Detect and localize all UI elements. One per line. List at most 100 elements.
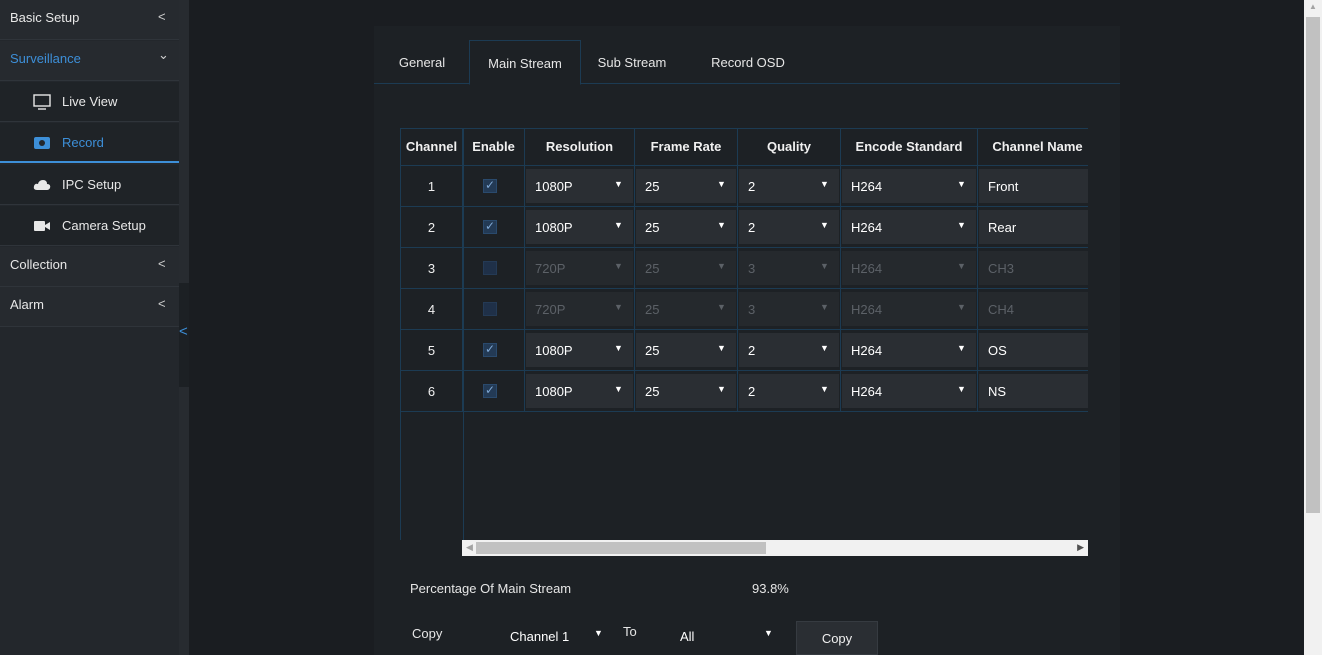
channel-number: 4 (401, 289, 463, 330)
dropdown-arrow-icon: ▼ (764, 628, 773, 638)
sidebar-item-live-view[interactable]: Live View (0, 82, 179, 122)
table-row: 6 ✓ 1080P ▼ 25 ▼ 2 ▼ H264 ▼ NS (401, 371, 1088, 412)
horizontal-scrollbar[interactable]: ◀ ▶ (462, 540, 1088, 556)
dropdown-arrow-icon: ▼ (717, 343, 726, 353)
copy-from-value: Channel 1 (510, 629, 570, 644)
dropdown-arrow-icon: ▼ (614, 343, 623, 353)
dropdown-arrow-icon: ▼ (957, 179, 966, 189)
scroll-left-arrow-icon[interactable]: ◀ (466, 542, 473, 553)
quality-select[interactable]: 3 ▼ (739, 292, 839, 326)
resolution-cell: 1080P ▼ (525, 166, 635, 207)
sidebar-group-alarm[interactable]: Alarm < (0, 287, 179, 327)
copy-button[interactable]: Copy (796, 621, 878, 655)
resolution-select[interactable]: 1080P ▼ (526, 333, 633, 367)
channel-name-input[interactable]: OS (979, 333, 1088, 367)
quality-select[interactable]: 2 ▼ (739, 169, 839, 203)
tab-record-osd[interactable]: Record OSD (698, 40, 798, 84)
enable-checkbox[interactable] (483, 261, 497, 275)
sidebar-item-ipc-setup[interactable]: IPC Setup (0, 165, 179, 205)
select-value: 720P (535, 302, 566, 317)
tab-general[interactable]: General (384, 40, 460, 84)
encode-standard-select[interactable]: H264 ▼ (842, 292, 976, 326)
sidebar-item-record[interactable]: Record (0, 123, 179, 163)
dropdown-arrow-icon: ▼ (820, 384, 829, 394)
resolution-select[interactable]: 1080P ▼ (526, 374, 633, 408)
channel-name-input[interactable]: Front (979, 169, 1088, 203)
quality-select[interactable]: 2 ▼ (739, 374, 839, 408)
channel-name-input[interactable]: CH3 (979, 251, 1088, 285)
enable-checkbox[interactable]: ✓ (483, 178, 497, 193)
sidebar-item-label: Camera Setup (62, 218, 146, 233)
select-value: 2 (748, 384, 756, 399)
select-value: H264 (851, 261, 883, 276)
resolution-select[interactable]: 720P ▼ (526, 292, 633, 326)
quality-cell: 2 ▼ (738, 371, 841, 412)
select-value: H264 (851, 302, 883, 317)
quality-cell: 3 ▼ (738, 289, 841, 330)
frame-rate-select[interactable]: 25 ▼ (636, 292, 736, 326)
encode-standard-select[interactable]: H264 ▼ (842, 251, 976, 285)
frame-rate-cell: 25 ▼ (635, 207, 738, 248)
sidebar-group-surveillance[interactable]: Surveillance ⌄ (0, 41, 179, 81)
encode-standard-select[interactable]: H264 ▼ (842, 333, 976, 367)
enable-checkbox[interactable]: ✓ (483, 383, 497, 398)
select-value: 3 (748, 302, 756, 317)
enable-checkbox[interactable] (483, 302, 497, 316)
enable-checkbox[interactable]: ✓ (483, 219, 497, 234)
select-value: 2 (748, 179, 756, 194)
scroll-up-arrow-icon[interactable]: ▲ (1309, 2, 1317, 11)
tab-main-stream[interactable]: Main Stream (469, 40, 581, 85)
quality-select[interactable]: 2 ▼ (739, 210, 839, 244)
cloud-icon (33, 180, 51, 190)
frame-rate-select[interactable]: 25 ▼ (636, 210, 736, 244)
table-row: 4 720P ▼ 25 ▼ 3 ▼ H264 ▼ CH4 (401, 289, 1088, 330)
sidebar-item-label: Record (62, 135, 104, 150)
frame-rate-cell: 25 ▼ (635, 330, 738, 371)
column-header-channel: Channel (401, 129, 463, 166)
frame-rate-select[interactable]: 25 ▼ (636, 169, 736, 203)
input-value: NS (988, 384, 1007, 399)
encode-standard-select[interactable]: H264 ▼ (842, 210, 976, 244)
quality-select[interactable]: 3 ▼ (739, 251, 839, 285)
frame-rate-select[interactable]: 25 ▼ (636, 333, 736, 367)
resolution-select[interactable]: 1080P ▼ (526, 210, 633, 244)
quality-select[interactable]: 2 ▼ (739, 333, 839, 367)
quality-cell: 2 ▼ (738, 166, 841, 207)
copy-to-select[interactable]: All ▼ (670, 620, 780, 652)
column-header-frame-rate: Frame Rate (635, 129, 738, 166)
dropdown-arrow-icon: ▼ (614, 384, 623, 394)
frame-rate-select[interactable]: 25 ▼ (636, 374, 736, 408)
channel-name-input[interactable]: CH4 (979, 292, 1088, 326)
dropdown-arrow-icon: ▼ (957, 384, 966, 394)
encode-standard-select[interactable]: H264 ▼ (842, 374, 976, 408)
scroll-right-arrow-icon[interactable]: ▶ (1077, 542, 1084, 553)
select-value: 1080P (535, 179, 573, 194)
vertical-scrollbar[interactable]: ▲ (1304, 0, 1322, 655)
enable-cell: ✓ (463, 330, 525, 371)
frame-rate-select[interactable]: 25 ▼ (636, 251, 736, 285)
scrollbar-thumb[interactable] (1306, 17, 1320, 513)
encode-standard-cell: H264 ▼ (841, 166, 978, 207)
channel-name-input[interactable]: Rear (979, 210, 1088, 244)
encode-standard-cell: H264 ▼ (841, 371, 978, 412)
sidebar-group-basic-setup[interactable]: Basic Setup < (0, 0, 179, 40)
copy-from-select[interactable]: Channel 1 ▼ (500, 620, 616, 652)
sidebar-collapse-handle[interactable]: < (179, 283, 189, 387)
check-icon: ✓ (485, 219, 496, 233)
sidebar-item-camera-setup[interactable]: Camera Setup (0, 206, 179, 246)
resolution-select[interactable]: 720P ▼ (526, 251, 633, 285)
channel-name-cell: CH4 (978, 289, 1088, 330)
dropdown-arrow-icon: ▼ (957, 220, 966, 230)
monitor-icon (33, 94, 51, 110)
encode-standard-select[interactable]: H264 ▼ (842, 169, 976, 203)
enable-checkbox[interactable]: ✓ (483, 342, 497, 357)
tab-sub-stream[interactable]: Sub Stream (586, 40, 678, 84)
scrollbar-thumb[interactable] (476, 542, 766, 554)
dropdown-arrow-icon: ▼ (957, 343, 966, 353)
sidebar-group-collection[interactable]: Collection < (0, 247, 179, 287)
resolution-select[interactable]: 1080P ▼ (526, 169, 633, 203)
channel-name-input[interactable]: NS (979, 374, 1088, 408)
select-value: H264 (851, 179, 883, 194)
select-value: 1080P (535, 384, 573, 399)
chevron-left-icon: < (158, 256, 166, 271)
